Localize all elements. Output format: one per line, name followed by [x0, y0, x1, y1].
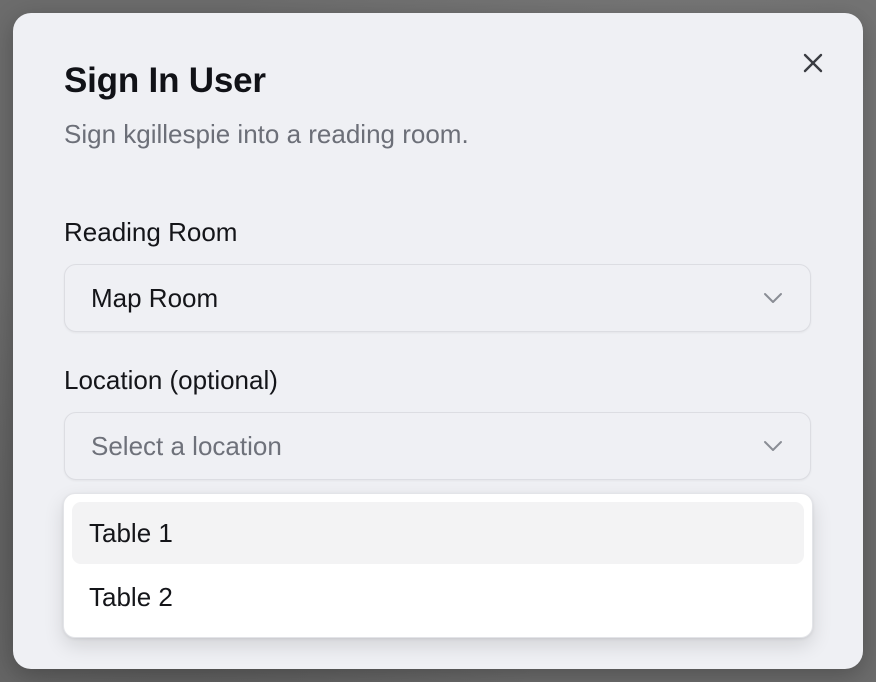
reading-room-select[interactable]: Map Room	[64, 264, 811, 332]
reading-room-label: Reading Room	[64, 217, 238, 247]
location-dropdown-menu: Table 1 Table 2	[63, 493, 813, 638]
location-option-table-1[interactable]: Table 1	[72, 502, 804, 564]
dialog-title: Sign In User	[64, 61, 266, 100]
close-button[interactable]	[799, 49, 827, 77]
sign-in-user-dialog: Sign In User Sign kgillespie into a read…	[13, 13, 863, 669]
location-option-table-2[interactable]: Table 2	[72, 566, 804, 628]
location-placeholder: Select a location	[91, 430, 282, 461]
chevron-down-icon	[762, 435, 784, 457]
location-select[interactable]: Select a location	[64, 412, 811, 480]
reading-room-value: Map Room	[91, 282, 219, 313]
location-label: Location (optional)	[64, 365, 278, 395]
close-icon	[803, 53, 823, 73]
chevron-down-icon	[762, 287, 784, 309]
dialog-subtitle: Sign kgillespie into a reading room.	[64, 119, 469, 149]
